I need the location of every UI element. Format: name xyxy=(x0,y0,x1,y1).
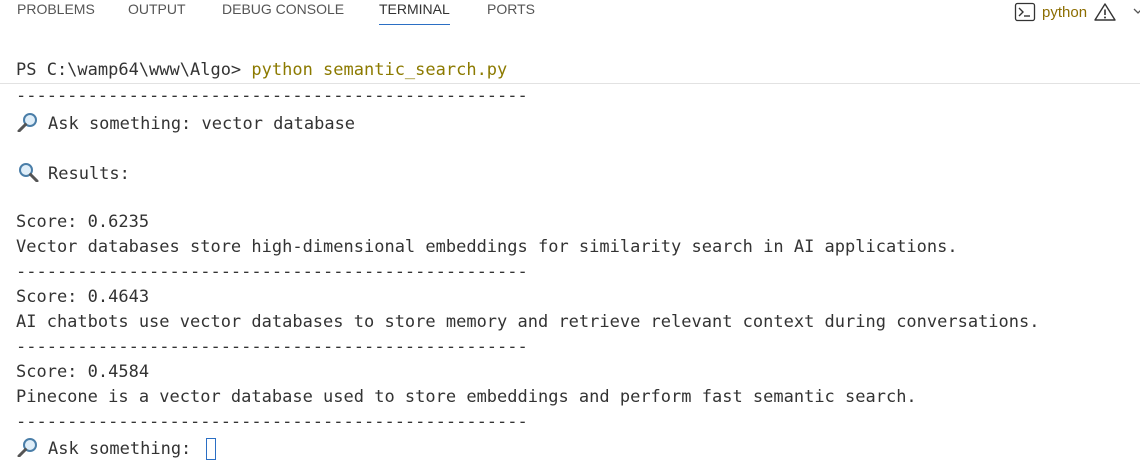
result-text: Vector databases store high-dimensional … xyxy=(16,237,958,257)
prompt-divider xyxy=(0,83,1140,84)
tab-ports[interactable]: PORTS xyxy=(487,1,535,17)
active-terminal-selector[interactable]: python xyxy=(1014,0,1116,24)
tab-problems[interactable]: PROBLEMS xyxy=(17,1,95,17)
separator-line: ----------------------------------------… xyxy=(16,412,528,432)
terminal-name: python xyxy=(1042,3,1088,21)
terminal-panel[interactable]: PROBLEMS OUTPUT DEBUG CONSOLE TERMINAL P… xyxy=(0,0,1140,471)
result-text: Pinecone is a vector database used to st… xyxy=(16,387,917,407)
result-text: AI chatbots use vector databases to stor… xyxy=(16,312,1040,332)
input-prompt-text: Ask something: xyxy=(48,439,202,459)
terminal-cursor[interactable] xyxy=(205,438,216,460)
chevron-down-icon[interactable] xyxy=(1132,0,1140,20)
separator-line: ----------------------------------------… xyxy=(16,262,528,282)
shell-prompt: PS C:\wamp64\www\Algo> xyxy=(16,60,252,80)
result-score: Score: 0.4584 xyxy=(16,362,150,382)
tab-debug-console[interactable]: DEBUG CONSOLE xyxy=(222,1,344,17)
command-line: PS C:\wamp64\www\Algo> python semantic_s… xyxy=(16,60,507,80)
warning-icon[interactable] xyxy=(1094,2,1116,22)
tab-output[interactable]: OUTPUT xyxy=(128,1,186,17)
tab-terminal-label: TERMINAL xyxy=(379,1,450,17)
panel-tab-bar: PROBLEMS OUTPUT DEBUG CONSOLE TERMINAL P… xyxy=(0,0,1140,30)
magnifier-left-icon xyxy=(17,438,37,457)
results-label: Results: xyxy=(48,164,130,184)
query-text: Ask something: vector database xyxy=(48,114,356,134)
query-line: Ask something: vector database xyxy=(16,112,355,134)
input-prompt-line[interactable]: Ask something: xyxy=(16,437,216,460)
tab-terminal[interactable]: TERMINAL xyxy=(379,1,450,25)
terminal-icon xyxy=(1014,2,1036,22)
magnifier-left-icon xyxy=(17,113,37,132)
command-text: python semantic_search.py xyxy=(251,60,508,80)
active-tab-indicator xyxy=(379,24,450,25)
result-score: Score: 0.4643 xyxy=(16,287,150,307)
separator-line: ----------------------------------------… xyxy=(16,337,528,357)
magnifier-right-icon xyxy=(19,163,39,182)
separator-line: ----------------------------------------… xyxy=(16,86,528,106)
results-heading: Results: xyxy=(16,162,130,184)
result-score: Score: 0.6235 xyxy=(16,212,150,232)
